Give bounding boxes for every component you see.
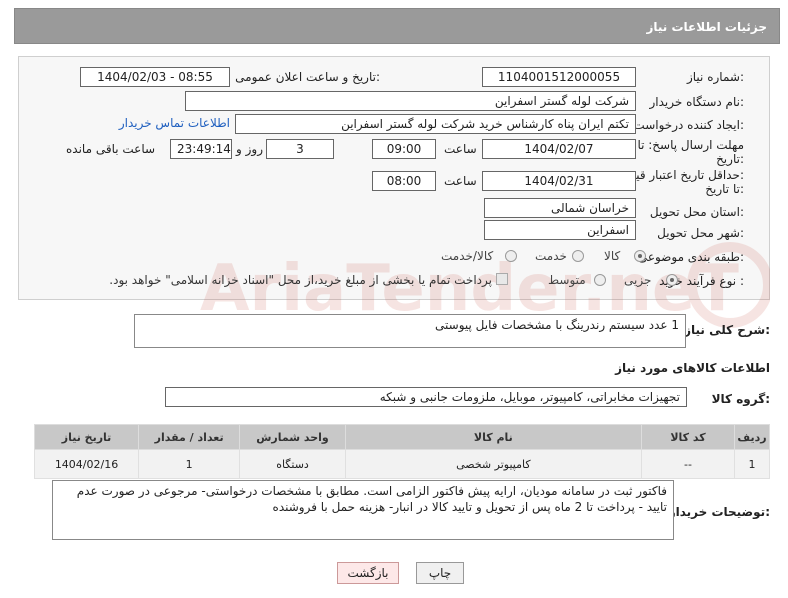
description-label: شرح کلی نیاز:: [684, 323, 770, 337]
announce-datetime-label: تاریخ و ساعت اعلان عمومی:: [235, 70, 380, 84]
reply-deadline-date: 1404/02/07: [482, 139, 636, 159]
category-goods-radio[interactable]: [634, 250, 646, 262]
process-medium-label: متوسط: [548, 273, 586, 287]
remaining-time-label: ساعت باقی مانده: [66, 142, 156, 156]
requester-field: تکتم ایران پناه کارشناس خرید شرکت لوله گ…: [235, 114, 636, 134]
cell-name: کامپیوتر شخصی: [344, 449, 642, 479]
requester-label: ایجاد کننده درخواست:: [633, 118, 744, 132]
category-goods-label: کالا: [604, 249, 621, 263]
back-button[interactable]: بازگشت: [337, 562, 399, 584]
page-title: جزئیات اطلاعات نیاز: [646, 20, 767, 34]
col-unit: واحد شمارش: [239, 424, 346, 450]
announce-datetime-field: 1404/02/03 - 08:55: [80, 67, 230, 87]
cell-date: 1404/02/16: [33, 449, 140, 479]
price-validity-time-label: ساعت: [444, 174, 477, 188]
reply-deadline-time-label: ساعت: [444, 142, 477, 156]
category-service-radio[interactable]: [572, 250, 584, 262]
cell-code: --: [640, 449, 736, 479]
col-code: کد کالا: [640, 424, 736, 450]
delivery-province-label: استان محل تحویل:: [649, 205, 744, 219]
cell-row: 1: [734, 449, 770, 479]
buyer-contact-link[interactable]: اطلاعات تماس خریدار: [119, 116, 230, 130]
category-service-label: خدمت: [535, 249, 567, 263]
remaining-time: 23:49:14: [170, 139, 232, 159]
cell-qty: 1: [138, 449, 241, 479]
process-medium-radio[interactable]: [594, 274, 606, 286]
print-button[interactable]: چاپ: [416, 562, 464, 584]
reply-deadline-label-2: تاریخ:: [716, 152, 744, 166]
process-minor-label: جزیی: [624, 273, 652, 287]
col-row: ردیف: [734, 424, 770, 450]
delivery-province-field: خراسان شمالی: [484, 198, 636, 218]
category-goods-service-label: کالا/خدمت: [441, 249, 494, 263]
goods-info-title: اطلاعات کالاهای مورد نیاز: [615, 361, 770, 375]
buyer-notes-label: توضیحات خریدار:: [668, 505, 770, 519]
col-name: نام کالا: [344, 424, 642, 450]
buyer-org-field: شرکت لوله گستر اسفراین: [185, 91, 636, 111]
col-qty: تعداد / مقدار: [138, 424, 241, 450]
goods-group-field: تجهیزات مخابراتی، کامپیوتر، موبایل، ملزو…: [165, 387, 687, 407]
reply-deadline-days: 3: [266, 139, 334, 159]
process-minor-radio[interactable]: [666, 274, 678, 286]
price-validity-label-2: تا تاریخ:: [705, 182, 744, 196]
delivery-city-field: اسفراین: [484, 220, 636, 240]
goods-group-label: گروه کالا:: [711, 392, 770, 406]
price-validity-date: 1404/02/31: [482, 171, 636, 191]
col-date: تاریخ نیاز: [33, 424, 140, 450]
table-row: 1 -- کامپیوتر شخصی دستگاه 1 1404/02/16: [33, 449, 770, 479]
cell-unit: دستگاه: [239, 449, 346, 479]
goods-table: ردیف کد کالا نام کالا واحد شمارش تعداد /…: [33, 424, 770, 479]
days-label: روز و: [236, 142, 263, 156]
category-goods-service-radio[interactable]: [505, 250, 517, 262]
reply-deadline-label-1: مهلت ارسال پاسخ: تا: [637, 138, 744, 152]
category-label: طبقه بندی موضوعی:: [637, 250, 744, 264]
buyer-notes-field[interactable]: فاکتور ثبت در سامانه مودیان، ارایه پیش ف…: [52, 480, 674, 540]
description-field[interactable]: 1 عدد سیستم رندرینگ با مشخصات فایل پیوست…: [134, 314, 686, 348]
page-header: جزئیات اطلاعات نیاز: [14, 8, 780, 44]
buyer-org-label: نام دستگاه خریدار:: [649, 95, 745, 109]
price-validity-time: 08:00: [372, 171, 436, 191]
treasury-checkbox[interactable]: [496, 273, 508, 285]
need-number-label: شماره نیاز:: [686, 70, 744, 84]
price-validity-label-1: حداقل تاریخ اعتبار قیمت:: [617, 168, 744, 182]
table-header-row: ردیف کد کالا نام کالا واحد شمارش تعداد /…: [33, 424, 770, 450]
treasury-note: پرداخت تمام یا بخشی از مبلغ خرید،از محل …: [109, 273, 492, 287]
need-number-field: 1104001512000055: [482, 67, 636, 87]
reply-deadline-time: 09:00: [372, 139, 436, 159]
delivery-city-label: شهر محل تحویل:: [657, 226, 744, 240]
